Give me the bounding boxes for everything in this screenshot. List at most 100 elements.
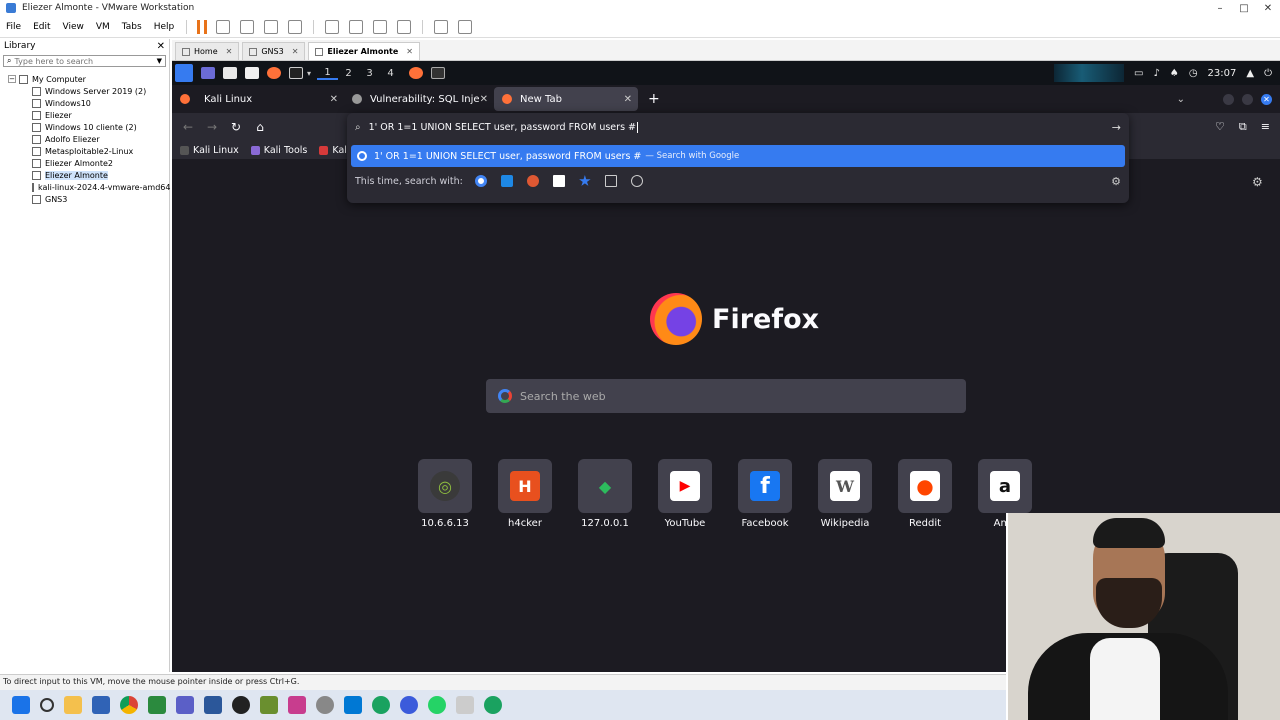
firefox-icon[interactable]	[267, 67, 281, 79]
tree-item[interactable]: Windows Server 2019 (2)	[0, 85, 169, 97]
bing-engine-icon[interactable]	[500, 175, 513, 187]
workspace-1[interactable]: 1	[317, 67, 339, 80]
thumbnail-view-icon[interactable]	[349, 19, 364, 34]
collapse-icon[interactable]: −	[8, 75, 16, 83]
close-tab-icon[interactable]: ✕	[624, 94, 632, 105]
top-site-tile[interactable]: W Wikipedia	[818, 459, 872, 529]
gns3-icon[interactable]	[260, 696, 278, 714]
top-site-tile[interactable]: Hh4cker	[498, 459, 552, 529]
bookmark-kali-tools[interactable]: Kali Tools	[250, 145, 307, 156]
stretch-icon[interactable]	[458, 19, 473, 34]
word-icon[interactable]	[204, 696, 222, 714]
library-close-icon[interactable]: ✕	[157, 41, 165, 52]
console-icon[interactable]	[434, 19, 449, 34]
vm-tab-eliezer-almonte[interactable]: Eliezer Almonte ✕	[308, 42, 420, 60]
panel-clock[interactable]: 23:07	[1208, 68, 1237, 79]
volume-icon[interactable]: ♪	[1153, 68, 1159, 79]
tree-item[interactable]: GNS3	[0, 193, 169, 205]
menu-file[interactable]: File	[0, 22, 27, 32]
chrome-icon[interactable]	[120, 696, 138, 714]
app-icon[interactable]	[400, 696, 418, 714]
tree-root[interactable]: − My Computer	[0, 73, 169, 85]
settings-icon[interactable]	[316, 696, 334, 714]
tree-item[interactable]: Eliezer Almonte2	[0, 157, 169, 169]
forward-arrow-icon[interactable]: →	[200, 120, 224, 134]
menu-edit[interactable]: Edit	[27, 22, 56, 32]
urlbar-suggestion[interactable]: 1' OR 1=1 UNION SELECT user, password FR…	[351, 145, 1125, 167]
teams-icon[interactable]	[176, 696, 194, 714]
workspace-3[interactable]: 3	[359, 68, 380, 79]
close-icon[interactable]: ✕	[1256, 3, 1280, 14]
google-engine-icon[interactable]	[474, 175, 487, 187]
hamburger-menu-icon[interactable]: ≡	[1261, 120, 1270, 134]
lock-icon[interactable]: ▲	[1246, 68, 1254, 79]
chrome-profile-icon[interactable]	[372, 696, 390, 714]
text-editor-icon[interactable]	[245, 67, 259, 79]
bookmarks-star-icon[interactable]	[579, 175, 591, 186]
reload-icon[interactable]: ↻	[224, 120, 248, 134]
newtab-search-box[interactable]: Search the web	[486, 379, 966, 413]
whatsapp-icon[interactable]	[428, 696, 446, 714]
tabs-icon[interactable]	[604, 175, 617, 187]
menu-help[interactable]: Help	[148, 22, 181, 32]
file-explorer-icon[interactable]	[64, 696, 82, 714]
back-arrow-icon[interactable]: ←	[176, 120, 200, 134]
obs-icon[interactable]	[232, 696, 250, 714]
close-tab-icon[interactable]: ✕	[480, 94, 488, 105]
top-site-tile[interactable]: ▶ YouTube	[658, 459, 712, 529]
minimize-window-icon[interactable]	[1223, 93, 1234, 105]
close-icon[interactable]: ✕	[292, 47, 299, 56]
top-site-tile[interactable]: ● Reddit	[898, 459, 952, 529]
store-icon[interactable]	[92, 696, 110, 714]
tree-item[interactable]: Windows10	[0, 97, 169, 109]
top-site-tile[interactable]: f Facebook	[738, 459, 792, 529]
minimize-icon[interactable]: –	[1208, 3, 1232, 14]
tab-new-tab[interactable]: New Tab ✕	[494, 87, 638, 111]
snapshot-icon[interactable]	[240, 19, 255, 34]
home-icon[interactable]: ⌂	[248, 120, 272, 134]
tree-item[interactable]: Adolfo Eliezer	[0, 133, 169, 145]
history-clock-icon[interactable]	[630, 175, 643, 187]
extensions-icon[interactable]: ⧉	[1239, 120, 1247, 134]
close-icon[interactable]: ✕	[406, 47, 413, 56]
tree-item[interactable]: Metasploitable2-Linux	[0, 145, 169, 157]
menu-vm[interactable]: VM	[90, 22, 116, 32]
desktop-icon[interactable]	[201, 67, 215, 79]
workspace-4[interactable]: 4	[380, 68, 401, 79]
top-site-tile[interactable]: ◎ 10.6.6.13	[418, 459, 472, 529]
revert-snapshot-icon[interactable]	[264, 19, 279, 34]
list-all-tabs-chevron-icon[interactable]: ⌄	[1177, 94, 1185, 105]
bookmark-kali-linux[interactable]: Kali Linux	[180, 145, 239, 156]
snapshot-manager-icon[interactable]	[288, 19, 303, 34]
tab-kali-linux[interactable]: Kali Linux ✕	[172, 87, 344, 111]
notification-bell-icon[interactable]: ♠	[1170, 68, 1179, 79]
chevron-down-icon[interactable]: ▼	[157, 57, 162, 65]
vm-tab-home[interactable]: Home ✕	[175, 42, 240, 60]
wikipedia-engine-icon[interactable]	[552, 175, 565, 187]
chrome-profile-2-icon[interactable]	[484, 696, 502, 714]
pocket-icon[interactable]: ♡	[1215, 120, 1225, 134]
unity-icon[interactable]	[397, 19, 412, 34]
library-view-icon[interactable]	[325, 19, 340, 34]
terminal-window-icon[interactable]	[431, 67, 446, 79]
vmware-icon[interactable]	[148, 696, 166, 714]
close-tab-icon[interactable]: ✕	[330, 94, 338, 105]
newtab-settings-gear-icon[interactable]: ⚙	[1252, 175, 1263, 189]
urlbar-text[interactable]: 1' OR 1=1 UNION SELECT user, password FR…	[369, 122, 636, 133]
top-site-tile[interactable]: ◆ 127.0.0.1	[578, 459, 632, 529]
folder-icon[interactable]	[223, 67, 237, 79]
power-icon[interactable]: ⏻	[1264, 68, 1272, 79]
windows-start-icon[interactable]	[12, 696, 30, 714]
menu-tabs[interactable]: Tabs	[116, 22, 148, 32]
menu-view[interactable]: View	[57, 22, 90, 32]
tree-item[interactable]: Eliezer	[0, 109, 169, 121]
duckduckgo-engine-icon[interactable]	[526, 175, 539, 187]
search-settings-gear-icon[interactable]: ⚙	[1111, 175, 1121, 188]
maximize-icon[interactable]: □	[1232, 3, 1256, 14]
chevron-down-icon[interactable]: ▾	[307, 69, 311, 78]
close-window-icon[interactable]: ✕	[1261, 93, 1272, 105]
firefox-window-icon[interactable]	[409, 67, 424, 79]
go-arrow-icon[interactable]: →	[1112, 121, 1121, 134]
fullscreen-icon[interactable]	[373, 19, 388, 34]
urlbar-input[interactable]: ⌕ 1' OR 1=1 UNION SELECT user, password …	[347, 113, 1129, 141]
